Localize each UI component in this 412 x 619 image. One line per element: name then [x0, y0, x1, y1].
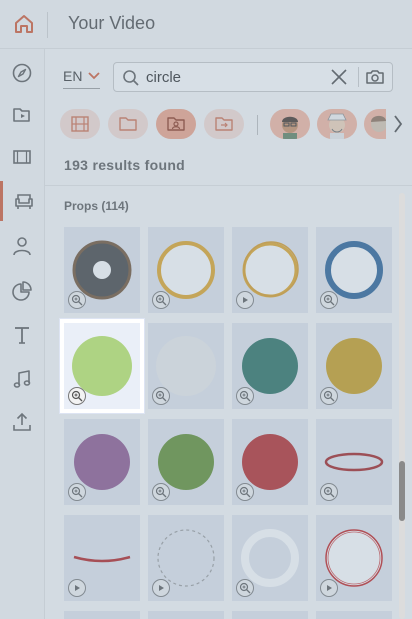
armchair-icon	[14, 194, 33, 209]
scrollbar[interactable]	[399, 193, 405, 619]
play-icon[interactable]	[68, 579, 86, 597]
home-button[interactable]	[0, 0, 48, 48]
search-icon	[123, 70, 139, 86]
film-grid-icon	[71, 116, 89, 132]
upload-icon	[13, 412, 31, 431]
sidebar-item-charts[interactable]	[0, 271, 44, 311]
zoom-in-icon[interactable]	[152, 483, 170, 501]
avatar-man-glasses-art	[282, 116, 298, 139]
film-icon	[13, 150, 31, 164]
prop-tile-partial[interactable]	[148, 611, 224, 619]
language-value: EN	[63, 68, 83, 84]
prop-tile-disc-mustard[interactable]	[316, 323, 392, 409]
prop-tile-disc-purple[interactable]	[64, 419, 140, 505]
section-label: Props (114)	[64, 199, 129, 213]
sidebar-item-video[interactable]	[0, 137, 44, 177]
prop-tile-ring-gold-sketch[interactable]	[232, 227, 308, 313]
prop-tile-disc-olive[interactable]	[148, 419, 224, 505]
folder-person-icon	[167, 117, 185, 131]
prop-tile-ring-white[interactable]	[232, 515, 308, 601]
zoom-in-icon[interactable]	[152, 387, 170, 405]
results-count: 193 results found	[64, 157, 186, 173]
search-separator	[358, 67, 359, 87]
prop-tile-ring-red-thin[interactable]	[316, 515, 392, 601]
sidebar-item-characters[interactable]	[0, 226, 44, 266]
zoom-in-icon[interactable]	[152, 291, 170, 309]
scrollbar-thumb[interactable]	[399, 461, 405, 521]
top-bar: Your Video	[0, 0, 412, 49]
folder-arrow-icon	[215, 117, 233, 131]
language-select[interactable]: EN	[63, 68, 101, 89]
avatar-man-hat-art	[327, 113, 347, 139]
prop-tile-disc-light-green[interactable]	[60, 319, 144, 413]
play-icon[interactable]	[236, 291, 254, 309]
zoom-in-icon[interactable]	[320, 387, 338, 405]
prop-tile-ring-gold[interactable]	[148, 227, 224, 313]
prop-tile-disc-light-gray[interactable]	[148, 323, 224, 409]
filter-folder[interactable]	[108, 109, 148, 139]
search-input[interactable]	[146, 67, 326, 87]
zoom-in-icon[interactable]	[236, 387, 254, 405]
prop-tile-disc-red[interactable]	[232, 419, 308, 505]
page-title: Your Video	[68, 13, 156, 33]
filter-film-grid[interactable]	[60, 109, 100, 139]
zoom-in-icon[interactable]	[68, 483, 86, 501]
prop-tile-ring-blue[interactable]	[316, 227, 392, 313]
compass-icon	[12, 63, 32, 83]
results-divider	[45, 185, 412, 186]
chevron-right-icon[interactable]	[392, 113, 404, 135]
camera-icon[interactable]	[365, 68, 385, 86]
sidebar-item-upload[interactable]	[0, 402, 44, 442]
zoom-in-icon[interactable]	[68, 291, 86, 309]
sidebar-item-props[interactable]	[0, 181, 44, 221]
prop-tile-partial[interactable]	[316, 611, 392, 619]
prop-tile-arc-red[interactable]	[64, 515, 140, 601]
sidebar-item-media[interactable]	[0, 95, 44, 135]
chevron-down-icon	[88, 72, 101, 80]
zoom-in-icon[interactable]	[236, 483, 254, 501]
filter-bar	[60, 109, 405, 141]
play-icon[interactable]	[152, 579, 170, 597]
prop-tile-ellipse-red-stroke[interactable]	[316, 419, 392, 505]
zoom-in-icon[interactable]	[320, 483, 338, 501]
zoom-in-icon[interactable]	[320, 291, 338, 309]
title-divider	[47, 12, 48, 38]
prop-tile-donut-dark[interactable]	[64, 227, 140, 313]
avatar-man-glasses[interactable]	[270, 109, 310, 139]
sidebar-item-music[interactable]	[0, 359, 44, 399]
sidebar-item-explore[interactable]	[0, 53, 44, 93]
play-icon[interactable]	[320, 579, 338, 597]
zoom-in-icon[interactable]	[68, 387, 86, 405]
avatar-man-hat[interactable]	[317, 109, 357, 139]
prop-tile-ring-dashed[interactable]	[148, 515, 224, 601]
sidebar	[0, 49, 45, 619]
sidebar-item-text[interactable]	[0, 315, 44, 355]
folder-icon	[119, 117, 137, 131]
text-icon	[15, 327, 29, 344]
home-icon	[15, 15, 33, 33]
person-icon	[13, 237, 31, 256]
pie-chart-icon	[12, 281, 32, 301]
zoom-in-icon[interactable]	[236, 579, 254, 597]
clear-icon[interactable]	[330, 68, 348, 86]
avatar-partial-art	[371, 115, 386, 132]
music-note-icon	[13, 370, 31, 388]
prop-tile-disc-teal[interactable]	[232, 323, 308, 409]
filter-divider	[257, 115, 258, 135]
filter-folder-arrow[interactable]	[204, 109, 244, 139]
filter-folder-person[interactable]	[156, 109, 196, 139]
folder-video-icon	[13, 108, 30, 122]
prop-tile-partial[interactable]	[64, 611, 140, 619]
search-box	[113, 62, 393, 92]
avatar-partial[interactable]	[364, 109, 386, 139]
prop-tile-partial[interactable]	[232, 611, 308, 619]
